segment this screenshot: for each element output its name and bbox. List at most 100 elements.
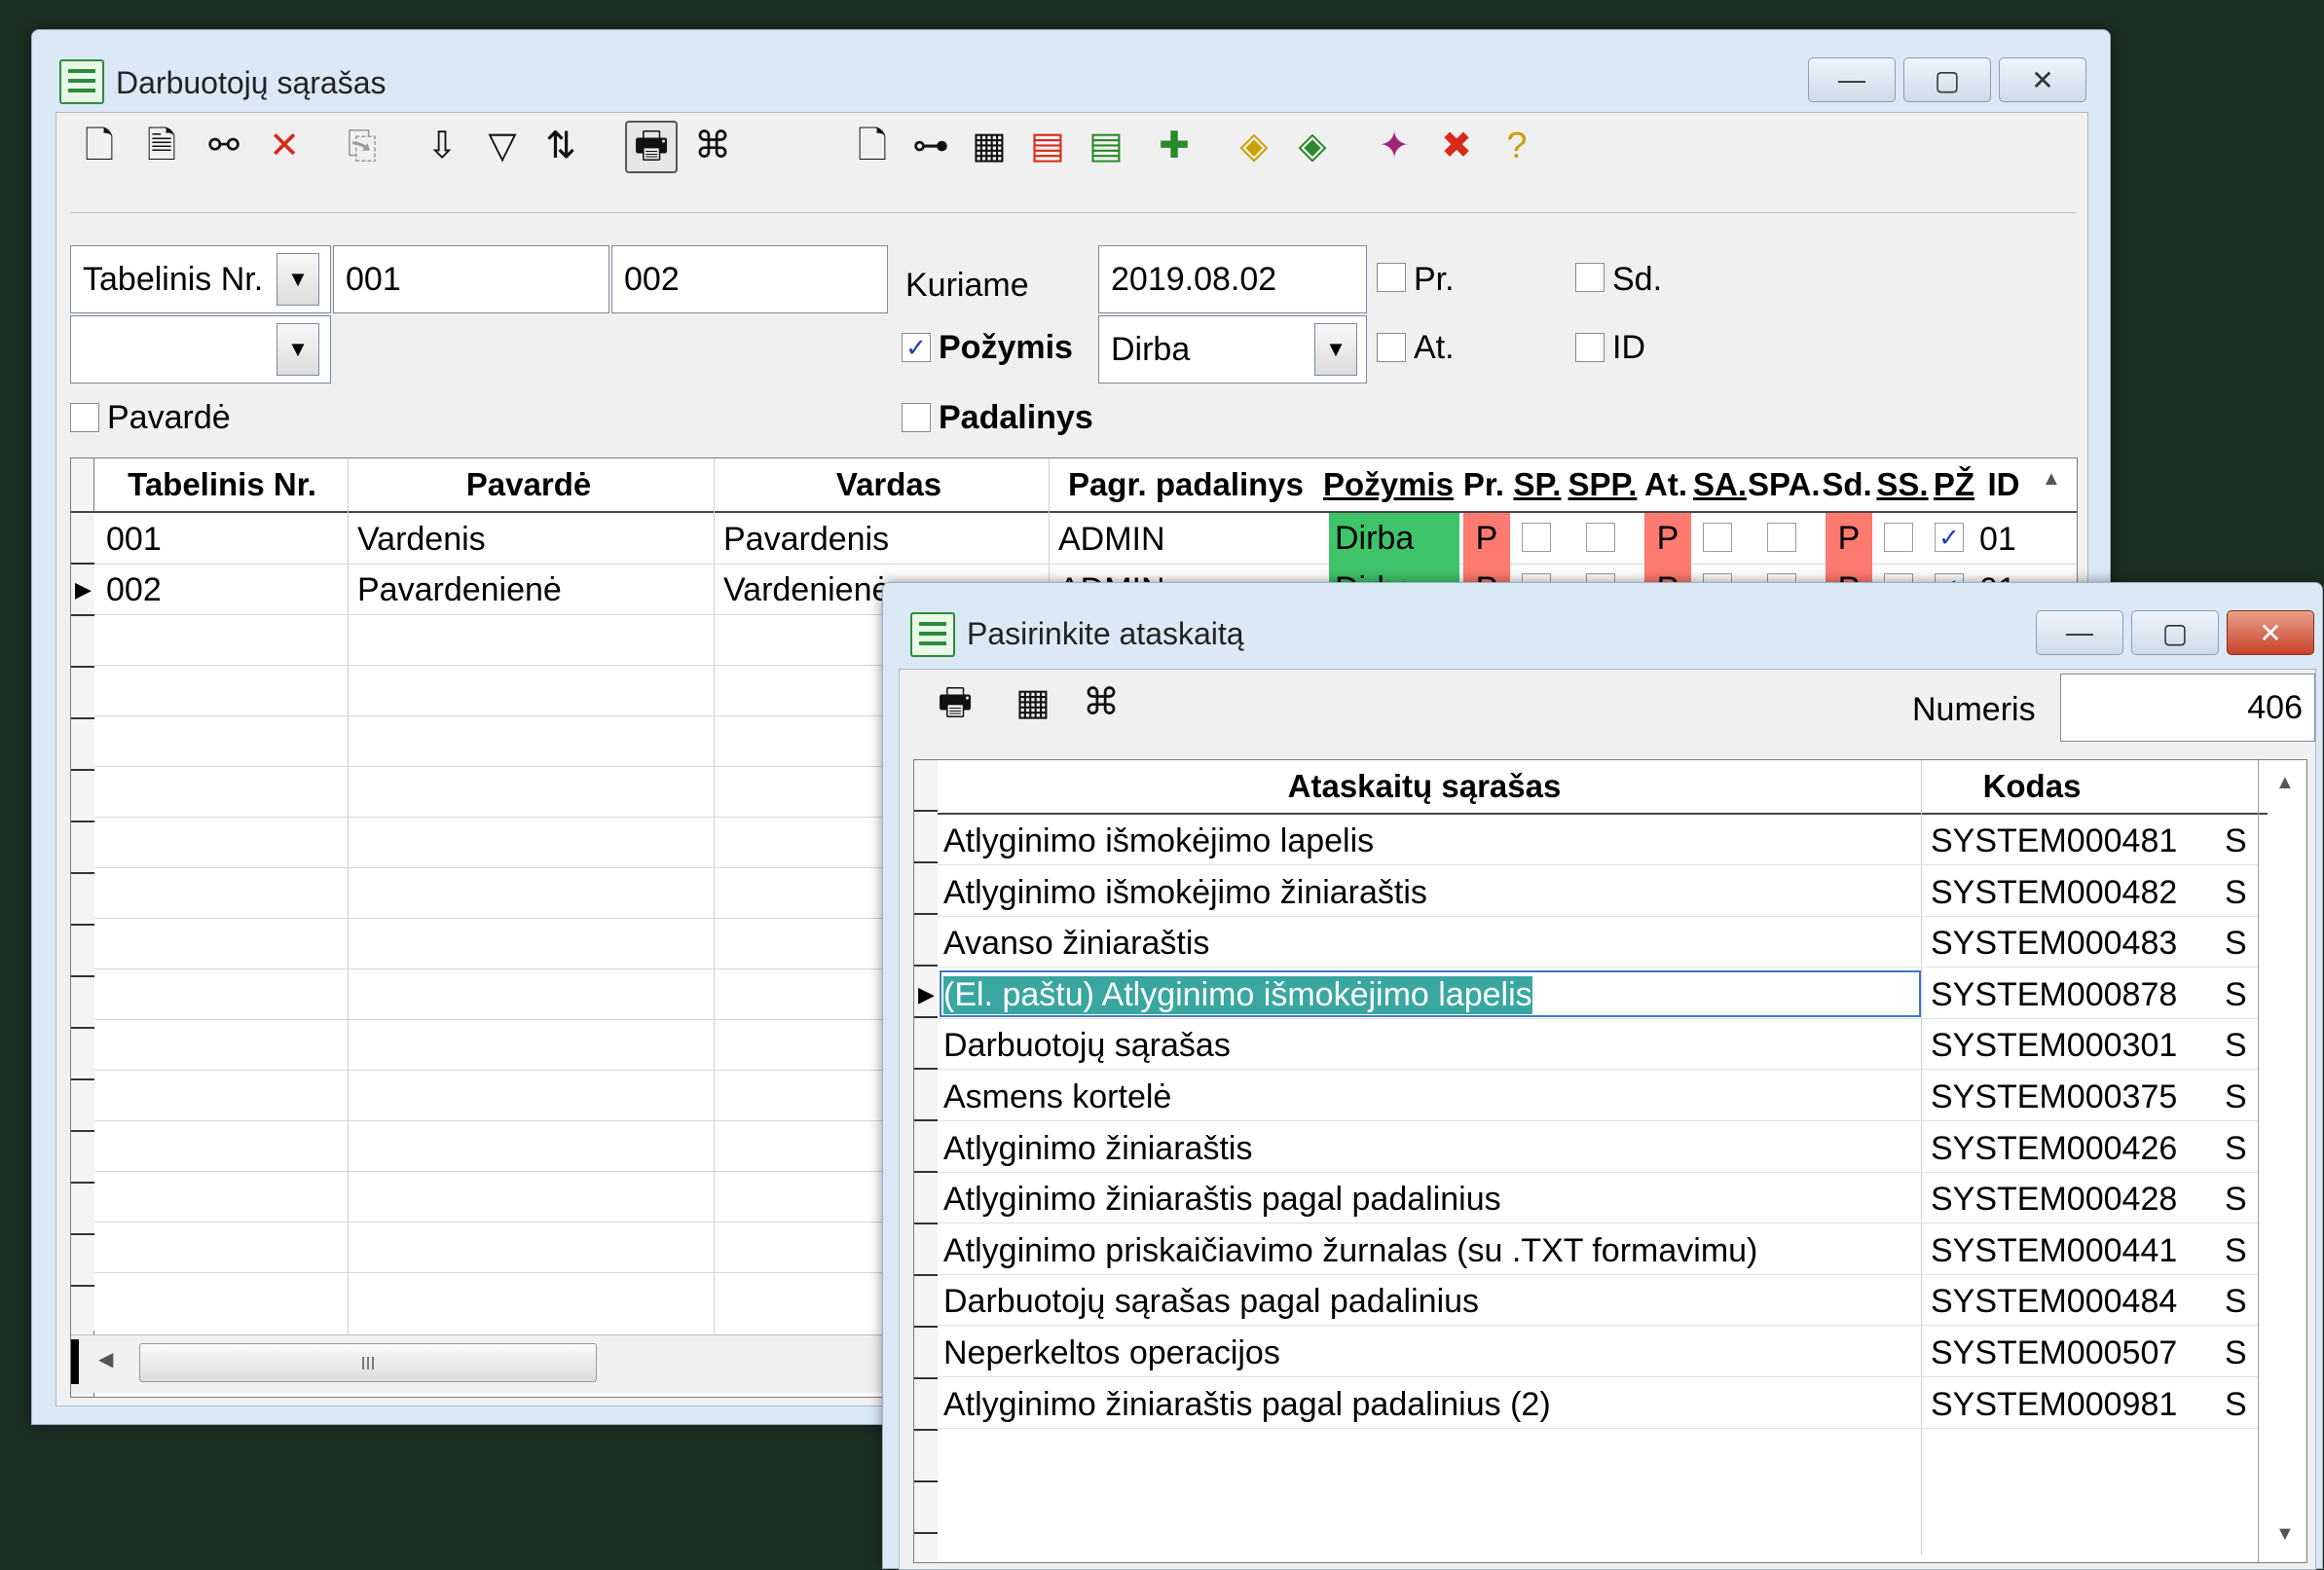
- report-code: SYSTEM000507: [1931, 1334, 2178, 1371]
- report-code: SYSTEM000981: [1931, 1385, 2178, 1423]
- report-select-window: Pasirinkite ataskaitą — ▢ ✕ 🖶 ▦ ⌘ Numeri…: [882, 582, 2323, 1570]
- pozymis-dropdown[interactable]: ▼: [1314, 323, 1357, 376]
- col-header-spa[interactable]: SPA.: [1748, 466, 1821, 503]
- field-select-dropdown[interactable]: ▼: [277, 253, 319, 306]
- id-checkbox[interactable]: [1575, 333, 1605, 362]
- close-icon: ✕: [2031, 64, 2054, 95]
- report-s: S: [2225, 1129, 2247, 1167]
- col-header-vardas[interactable]: Vardas: [723, 466, 1054, 503]
- tag-green-icon[interactable]: ◈: [1289, 123, 1336, 169]
- checkbox-sp[interactable]: [1522, 523, 1551, 552]
- scroll-left-arrow-icon[interactable]: ◀: [98, 1347, 113, 1371]
- maximize-icon: ▢: [1934, 64, 1961, 95]
- report-row[interactable]: Neperkeltos operacijos SYSTEM000507 S: [938, 1327, 2258, 1377]
- export-grid-icon[interactable]: ▦: [1007, 679, 1059, 726]
- col-header-code[interactable]: Kodas: [1925, 768, 2139, 805]
- search-binoculars-icon[interactable]: ⌘: [1075, 679, 1127, 726]
- calendar-red-icon[interactable]: ▤: [1024, 123, 1071, 169]
- delete-icon[interactable]: ✕: [261, 123, 308, 169]
- maximize-button[interactable]: ▢: [1903, 57, 1991, 102]
- scroll-up-arrow-icon[interactable]: ▲: [2275, 772, 2295, 794]
- maximize-button[interactable]: ▢: [2131, 610, 2219, 655]
- at-label: At.: [1414, 329, 1455, 366]
- help-icon[interactable]: ?: [1494, 123, 1540, 169]
- report-code: SYSTEM000426: [1931, 1129, 2178, 1167]
- col-header-tabelinis[interactable]: Tabelinis Nr.: [100, 466, 344, 503]
- at-checkbox[interactable]: [1377, 333, 1406, 362]
- report-code: SYSTEM000481: [1931, 822, 2178, 859]
- filter-icon[interactable]: ▽: [479, 123, 526, 169]
- report-s: S: [2225, 1078, 2247, 1115]
- report-row[interactable]: Asmens kortelė SYSTEM000375 S: [938, 1071, 2258, 1121]
- col-header-padalinys[interactable]: Pagr. padalinys: [1054, 466, 1317, 503]
- print-icon[interactable]: 🖶: [929, 679, 981, 726]
- new-record-icon[interactable]: 🗋: [849, 123, 896, 169]
- checkbox-pz[interactable]: ✓: [1935, 523, 1964, 552]
- merge-icon[interactable]: ✦: [1371, 123, 1418, 169]
- report-row[interactable]: Atlyginimo išmokėjimo lapelis SYSTEM00048…: [938, 815, 2258, 865]
- report-row[interactable]: Atlyginimo žiniaraštis SYSTEM000426 S: [938, 1122, 2258, 1173]
- report-row[interactable]: Atlyginimo žiniaraštis pagal padalinius …: [938, 1378, 2258, 1429]
- scroll-down-arrow-icon[interactable]: ▼: [2275, 1523, 2295, 1546]
- scrollbar-thumb[interactable]: III: [139, 1343, 597, 1382]
- export-grid-icon[interactable]: ▦: [966, 123, 1013, 169]
- horizontal-scrollbar[interactable]: ◀ III: [71, 1334, 947, 1393]
- kuriame-label: Kuriame: [905, 267, 1029, 304]
- report-row[interactable]: Darbuotojų sąrašas pagal padalinius SYSTE…: [938, 1275, 2258, 1327]
- checkbox-sa[interactable]: [1703, 523, 1732, 552]
- secondary-select-dropdown[interactable]: ▼: [277, 323, 319, 376]
- sort-icon[interactable]: ⇅: [537, 123, 584, 169]
- col-header-pr[interactable]: Pr.: [1459, 466, 1508, 503]
- col-header-sa[interactable]: SA.: [1693, 466, 1747, 503]
- search-binoculars-icon[interactable]: ⌘: [689, 123, 736, 169]
- checkbox-ss[interactable]: [1884, 523, 1913, 552]
- report-row[interactable]: Atlyginimo išmokėjimo žiniaraštis SYSTEM0…: [938, 866, 2258, 917]
- table-row[interactable]: 001 Vardenis Pavardenis ADMIN Dirba P P …: [94, 513, 2042, 564]
- report-row[interactable]: Darbuotojų sąrašas SYSTEM000301 S: [938, 1019, 2258, 1071]
- pavarde-checkbox[interactable]: [70, 403, 99, 432]
- new-document-icon[interactable]: 🗋: [76, 123, 123, 169]
- col-header-at[interactable]: At.: [1641, 466, 1691, 503]
- cell-padalinys: ADMIN: [1058, 521, 1165, 558]
- col-header-pz[interactable]: PŽ: [1931, 466, 1977, 503]
- col-header-sd[interactable]: Sd.: [1820, 466, 1874, 503]
- col-header-id[interactable]: ID: [1979, 466, 2028, 503]
- tools-delete-icon[interactable]: ✖: [1433, 123, 1480, 169]
- copy-icon[interactable]: ⎘: [339, 123, 386, 169]
- sd-checkbox[interactable]: [1575, 263, 1605, 292]
- col-header-sp[interactable]: SP.: [1510, 466, 1565, 503]
- tree-view-icon[interactable]: ⚯: [201, 123, 247, 169]
- range-to-input[interactable]: 002: [611, 245, 888, 313]
- calendar-green-icon[interactable]: ▤: [1083, 123, 1129, 169]
- checkbox-spa[interactable]: [1767, 523, 1796, 552]
- col-header-spp[interactable]: SPP.: [1567, 466, 1639, 503]
- minimize-button[interactable]: —: [1808, 57, 1896, 102]
- col-header-ss[interactable]: SS.: [1876, 466, 1929, 503]
- close-button[interactable]: ✕: [2227, 610, 2314, 655]
- date-input[interactable]: 2019.08.02: [1098, 245, 1367, 313]
- report-name: Asmens kortelė: [943, 1078, 1172, 1115]
- group-icon[interactable]: ⇩: [419, 123, 465, 169]
- col-header-pozymis[interactable]: Požymis: [1321, 466, 1456, 503]
- report-row[interactable]: ▶ (El. paštu) Atlyginimo išmokėjimo lapel…: [918, 968, 2258, 1019]
- pozymis-checkbox[interactable]: ✓: [902, 333, 931, 362]
- checkbox-spp[interactable]: [1586, 523, 1615, 552]
- padalinys-checkbox[interactable]: [902, 403, 931, 432]
- numeris-input[interactable]: 406: [2060, 674, 2315, 742]
- range-from-input[interactable]: 001: [333, 245, 609, 313]
- scroll-up-arrow-icon[interactable]: ▲: [2042, 468, 2061, 491]
- minimize-button[interactable]: —: [2036, 610, 2123, 655]
- calendar-add-icon[interactable]: ✚: [1151, 123, 1198, 169]
- report-row[interactable]: Atlyginimo priskaičiavimo žurnalas (su .…: [938, 1224, 2258, 1275]
- report-row[interactable]: Atlyginimo žiniaraštis pagal padalinius S…: [938, 1173, 2258, 1224]
- structure-icon[interactable]: ⊶: [907, 123, 954, 169]
- report-row[interactable]: Avanso žiniaraštis SYSTEM000483 S: [938, 917, 2258, 968]
- edit-document-icon[interactable]: 🗎: [138, 123, 185, 169]
- col-header-report-name[interactable]: Ataskaitų sąrašas: [938, 768, 1911, 805]
- pr-checkbox[interactable]: [1377, 263, 1406, 292]
- print-icon[interactable]: 🖶: [625, 121, 678, 173]
- tag-yellow-icon[interactable]: ◈: [1231, 123, 1277, 169]
- close-button[interactable]: ✕: [1999, 57, 2086, 102]
- col-header-pavarde[interactable]: Pavardė: [353, 466, 704, 503]
- minimize-icon: —: [2066, 617, 2093, 647]
